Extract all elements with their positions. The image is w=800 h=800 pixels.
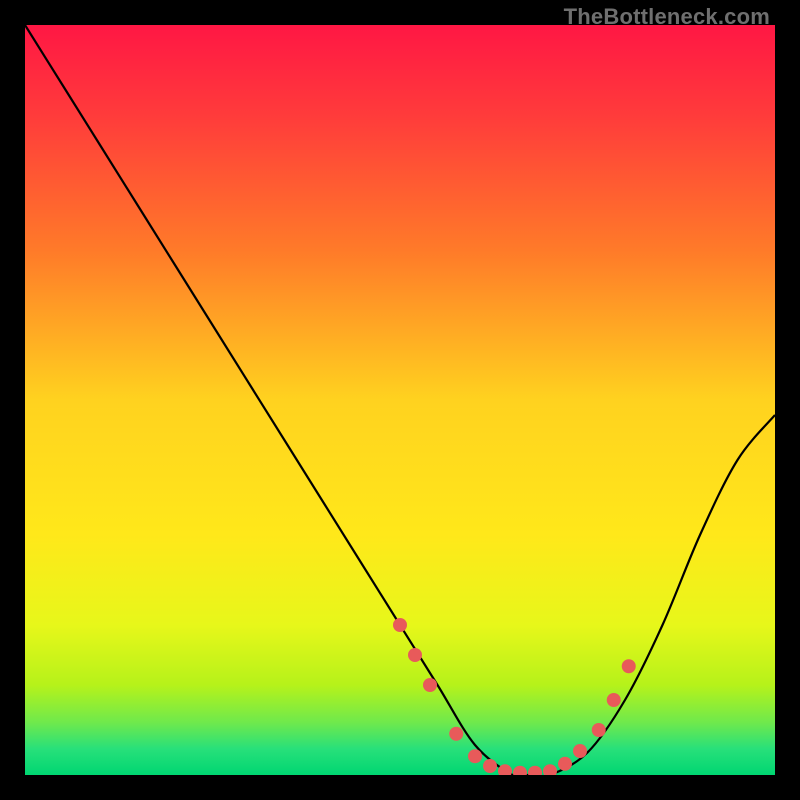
chart-stage: TheBottleneck.com [0,0,800,800]
highlight-dot [393,618,407,632]
highlight-dot [468,749,482,763]
bottleneck-curve [25,25,775,775]
highlight-dot [592,723,606,737]
highlight-dot [513,766,527,775]
highlight-dot [607,693,621,707]
highlight-dot [573,744,587,758]
highlight-dot [498,764,512,775]
highlight-dot [543,764,557,775]
highlight-dot [449,727,463,741]
plot-area [25,25,775,775]
highlight-dot [423,678,437,692]
highlight-dot [622,659,636,673]
highlight-dot [408,648,422,662]
highlight-dot [558,757,572,771]
chart-svg [25,25,775,775]
highlight-dots-group [393,618,636,775]
highlight-dot [528,766,542,775]
highlight-dot [483,759,497,773]
